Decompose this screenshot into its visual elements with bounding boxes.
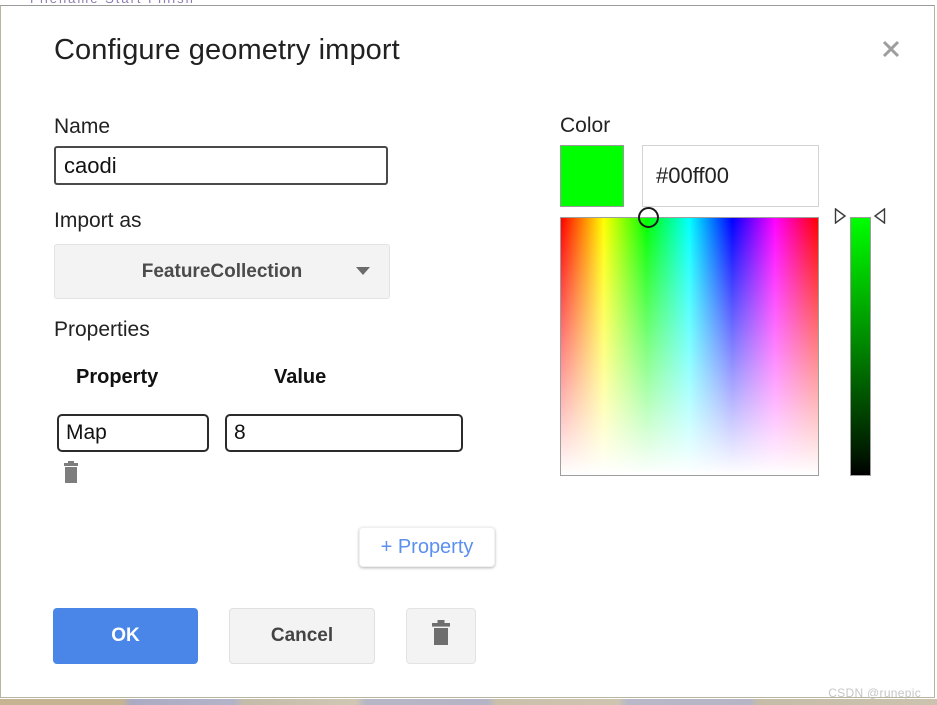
background-page-bottom-strip xyxy=(0,699,937,705)
name-input[interactable] xyxy=(54,146,388,185)
column-header-value: Value xyxy=(274,366,327,388)
properties-label: Properties xyxy=(54,318,150,341)
color-label: Color xyxy=(560,114,611,137)
watermark: CSDN @runepic xyxy=(828,686,921,700)
property-key-input[interactable] xyxy=(57,414,209,452)
add-property-button[interactable]: + Property xyxy=(359,527,495,567)
cancel-button[interactable]: Cancel xyxy=(229,608,375,664)
name-label: Name xyxy=(54,115,111,138)
import-as-label: Import as xyxy=(54,209,142,232)
property-row-trash-icon[interactable] xyxy=(59,461,83,487)
ok-button[interactable]: OK xyxy=(53,608,198,664)
delete-geometry-button[interactable] xyxy=(406,608,476,664)
triangle-left-icon[interactable] xyxy=(873,207,886,229)
configure-geometry-import-dialog: Configure geometry import Name Import as… xyxy=(0,5,935,700)
color-hex-input[interactable] xyxy=(642,145,819,207)
brightness-slider[interactable] xyxy=(850,217,871,476)
color-swatch[interactable] xyxy=(560,145,624,207)
triangle-right-icon[interactable] xyxy=(834,207,847,229)
color-handle-circle-icon[interactable] xyxy=(638,207,659,228)
close-icon[interactable] xyxy=(874,32,908,66)
saturation-value-gradient[interactable] xyxy=(560,217,819,476)
column-header-property: Property xyxy=(76,366,159,388)
import-as-selected-value: FeatureCollection xyxy=(141,260,303,282)
chevron-down-icon xyxy=(355,263,371,281)
trash-icon xyxy=(427,619,455,654)
property-value-input[interactable] xyxy=(225,414,463,452)
import-as-dropdown[interactable]: FeatureCollection xyxy=(54,244,390,299)
dialog-title: Configure geometry import xyxy=(54,34,400,66)
